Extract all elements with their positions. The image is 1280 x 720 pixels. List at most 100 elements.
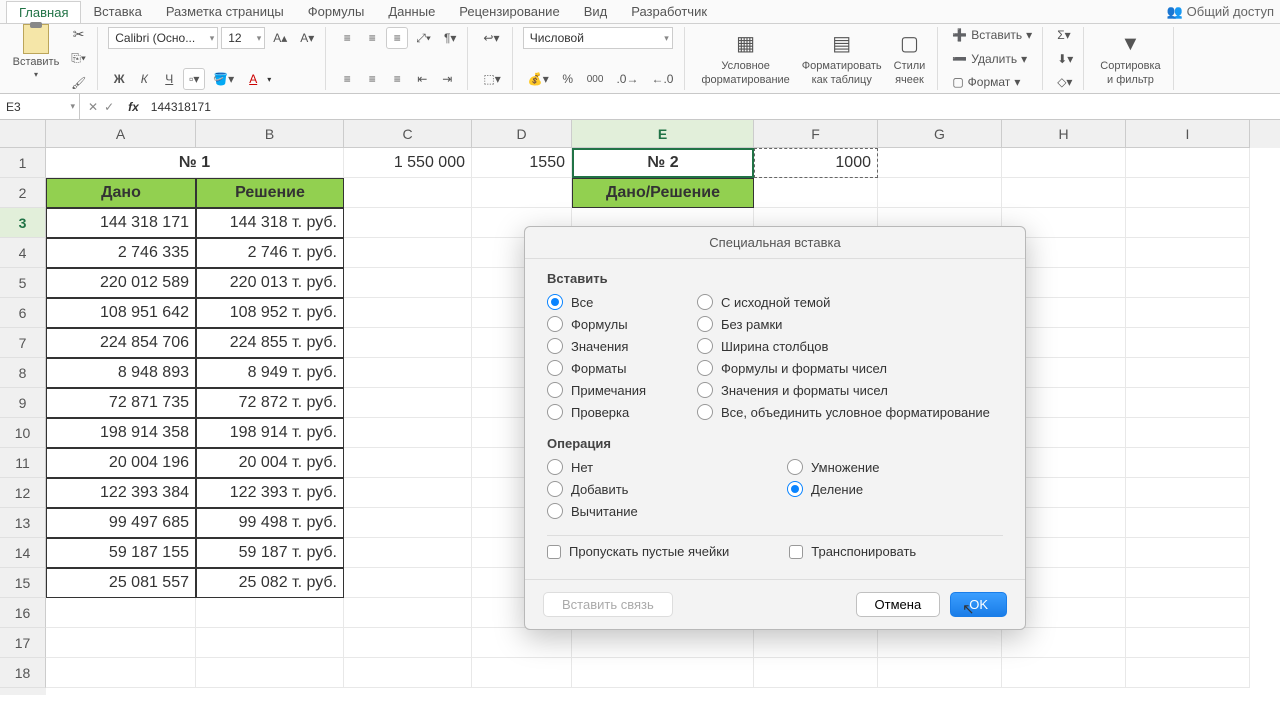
paste-link-button[interactable]: Вставить связь bbox=[543, 592, 673, 617]
column-header[interactable]: E bbox=[572, 120, 754, 148]
border-button[interactable]: ▫▾ bbox=[183, 68, 205, 90]
cell[interactable] bbox=[344, 538, 472, 568]
radio-noborder[interactable]: Без рамки bbox=[697, 316, 1003, 332]
cell[interactable] bbox=[572, 628, 754, 658]
cell[interactable]: 122 393 384 bbox=[46, 478, 196, 508]
row-header[interactable]: 17 bbox=[0, 628, 46, 658]
cell[interactable]: 25 081 557 bbox=[46, 568, 196, 598]
cell[interactable] bbox=[344, 328, 472, 358]
cell[interactable]: 220 012 589 bbox=[46, 268, 196, 298]
orientation-button[interactable]: ⤢▾ bbox=[411, 27, 436, 49]
radio-all[interactable]: Все bbox=[547, 294, 697, 310]
cell[interactable]: 108 951 642 bbox=[46, 298, 196, 328]
comma-button[interactable]: 000 bbox=[582, 68, 609, 90]
cell[interactable]: 2 746 т. руб. bbox=[196, 238, 344, 268]
align-left-button[interactable]: ≡ bbox=[336, 68, 358, 90]
indent-dec-button[interactable]: ⇤ bbox=[411, 68, 433, 90]
cell[interactable] bbox=[344, 448, 472, 478]
cell[interactable] bbox=[344, 508, 472, 538]
radio-formulas[interactable]: Формулы bbox=[547, 316, 697, 332]
cell[interactable] bbox=[196, 598, 344, 628]
cell[interactable]: 59 187 155 bbox=[46, 538, 196, 568]
cell[interactable]: 8 948 893 bbox=[46, 358, 196, 388]
cell[interactable]: 198 914 т. руб. bbox=[196, 418, 344, 448]
cell[interactable]: Дано/Решение bbox=[572, 178, 754, 208]
row-header[interactable]: 16 bbox=[0, 598, 46, 628]
cell[interactable] bbox=[344, 238, 472, 268]
cell[interactable]: 220 013 т. руб. bbox=[196, 268, 344, 298]
cell[interactable]: 25 082 т. руб. bbox=[196, 568, 344, 598]
cell[interactable] bbox=[1126, 628, 1250, 658]
cell[interactable] bbox=[344, 628, 472, 658]
align-top-button[interactable]: ≡ bbox=[336, 27, 358, 49]
cell[interactable] bbox=[572, 658, 754, 688]
tab-review[interactable]: Рецензирование bbox=[447, 1, 571, 22]
paste-button[interactable]: Вставить ▾ bbox=[12, 24, 60, 79]
cell[interactable] bbox=[196, 658, 344, 688]
cell[interactable] bbox=[46, 598, 196, 628]
cell[interactable] bbox=[1126, 388, 1250, 418]
align-center-button[interactable]: ≡ bbox=[361, 68, 383, 90]
row-header[interactable]: 9 bbox=[0, 388, 46, 418]
cell[interactable] bbox=[196, 628, 344, 658]
radio-op-add[interactable]: Добавить bbox=[547, 481, 787, 497]
row-header[interactable]: 2 bbox=[0, 178, 46, 208]
cell[interactable] bbox=[1126, 658, 1250, 688]
row-header[interactable]: 1 bbox=[0, 148, 46, 178]
fill-color-button[interactable]: 🪣▾ bbox=[208, 68, 239, 90]
column-header[interactable]: H bbox=[1002, 120, 1126, 148]
cell[interactable]: 108 952 т. руб. bbox=[196, 298, 344, 328]
cell[interactable]: 144 318 171 bbox=[46, 208, 196, 238]
cell[interactable]: 2 746 335 bbox=[46, 238, 196, 268]
cell[interactable] bbox=[1126, 598, 1250, 628]
tab-home[interactable]: Главная bbox=[6, 1, 81, 23]
cell[interactable] bbox=[344, 658, 472, 688]
cell[interactable] bbox=[344, 358, 472, 388]
cancel-formula-button[interactable]: ✕ bbox=[88, 100, 98, 114]
cell[interactable]: 1000 bbox=[754, 148, 878, 178]
cell[interactable] bbox=[46, 628, 196, 658]
cell[interactable] bbox=[1126, 568, 1250, 598]
indent-inc-button[interactable]: ⇥ bbox=[436, 68, 458, 90]
format-as-table-button[interactable]: ▤Форматировать как таблицу bbox=[796, 26, 888, 90]
font-color-button[interactable]: А bbox=[242, 68, 264, 90]
cell[interactable]: 72 872 т. руб. bbox=[196, 388, 344, 418]
cell[interactable]: 224 854 706 bbox=[46, 328, 196, 358]
cell[interactable] bbox=[1126, 178, 1250, 208]
autosum-button[interactable]: Σ▾ bbox=[1053, 27, 1077, 43]
cell[interactable] bbox=[878, 178, 1002, 208]
column-header[interactable]: G bbox=[878, 120, 1002, 148]
radio-vnum[interactable]: Значения и форматы чисел bbox=[697, 382, 1003, 398]
cell[interactable] bbox=[1126, 358, 1250, 388]
checkbox-transpose[interactable]: Транспонировать bbox=[789, 544, 916, 559]
cell[interactable] bbox=[878, 658, 1002, 688]
grow-font-button[interactable]: A▴ bbox=[268, 27, 292, 49]
cell[interactable]: 144 318 т. руб. bbox=[196, 208, 344, 238]
percent-button[interactable]: % bbox=[557, 68, 579, 90]
column-header[interactable]: B bbox=[196, 120, 344, 148]
column-header[interactable]: C bbox=[344, 120, 472, 148]
column-header[interactable]: F bbox=[754, 120, 878, 148]
cell[interactable] bbox=[754, 628, 878, 658]
dec-decimal-button[interactable]: ←.0 bbox=[646, 68, 678, 90]
cell[interactable] bbox=[1126, 268, 1250, 298]
row-header[interactable]: 12 bbox=[0, 478, 46, 508]
cell[interactable] bbox=[754, 178, 878, 208]
row-header[interactable]: 3 bbox=[0, 208, 46, 238]
accept-formula-button[interactable]: ✓ bbox=[104, 100, 114, 114]
radio-op-multiply[interactable]: Умножение bbox=[787, 459, 1003, 475]
tab-developer[interactable]: Разработчик bbox=[619, 1, 719, 22]
cell[interactable]: 72 871 735 bbox=[46, 388, 196, 418]
cell[interactable] bbox=[1002, 658, 1126, 688]
delete-cells-button[interactable]: ➖ Удалить ▾ bbox=[948, 51, 1036, 67]
cell[interactable]: 1550 bbox=[472, 148, 572, 178]
cell[interactable]: 122 393 т. руб. bbox=[196, 478, 344, 508]
cell[interactable] bbox=[344, 268, 472, 298]
column-header[interactable]: A bbox=[46, 120, 196, 148]
cell[interactable] bbox=[1126, 208, 1250, 238]
tab-formulas[interactable]: Формулы bbox=[296, 1, 377, 22]
share-button[interactable]: 👥 Общий доступ bbox=[1166, 4, 1274, 20]
cell[interactable] bbox=[344, 598, 472, 628]
cell[interactable] bbox=[344, 298, 472, 328]
cell[interactable] bbox=[1002, 178, 1126, 208]
